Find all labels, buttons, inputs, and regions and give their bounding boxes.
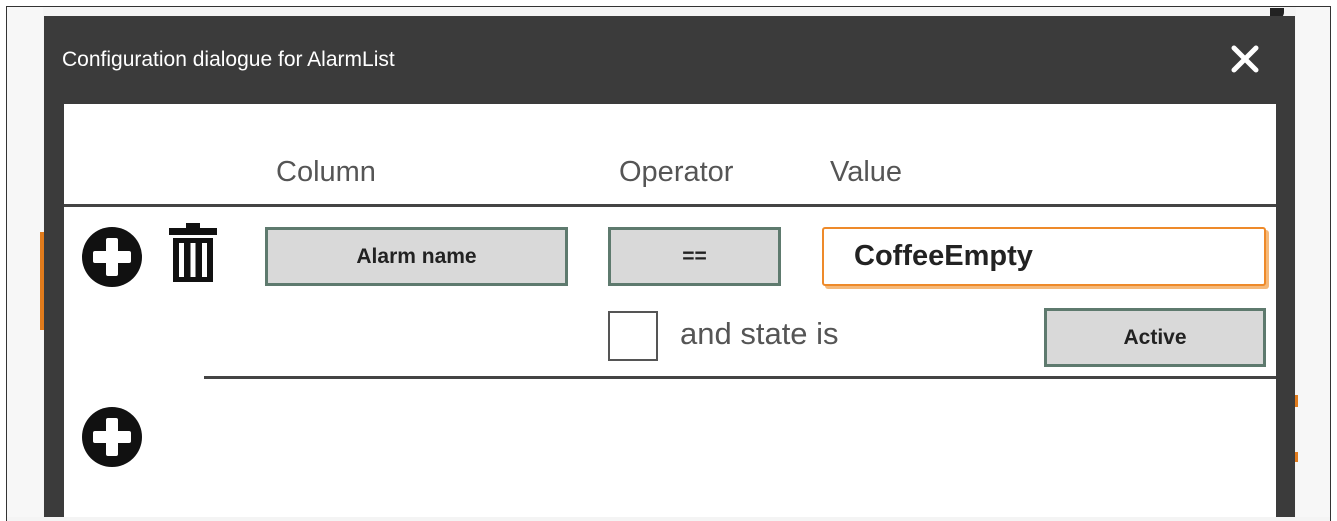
column-header-column: Column (276, 156, 376, 188)
plus-circle-icon (82, 227, 142, 287)
column-select[interactable]: Alarm name (265, 227, 568, 286)
column-header-value: Value (830, 156, 903, 188)
state-checkbox[interactable] (608, 311, 658, 361)
delete-filter-button[interactable] (168, 222, 218, 289)
config-dialog: Configuration dialogue for AlarmList Col… (44, 16, 1295, 517)
operator-select[interactable]: == (608, 227, 781, 286)
background-app-right (1296, 7, 1330, 517)
add-row-button[interactable] (81, 406, 143, 473)
value-input[interactable] (822, 227, 1266, 286)
column-header-operator: Operator (619, 156, 734, 188)
state-select[interactable]: Active (1044, 308, 1266, 367)
plus-circle-icon (82, 407, 142, 467)
state-label: and state is (680, 316, 839, 351)
close-icon (1231, 45, 1259, 73)
row-divider (204, 376, 1276, 379)
close-button[interactable] (1230, 44, 1260, 74)
background-app-left (7, 7, 43, 517)
trash-icon (169, 223, 217, 282)
dialog-content: Column Operator Value Alarm name == Coff… (64, 104, 1276, 517)
dialog-title: Configuration dialogue for AlarmList (62, 48, 395, 71)
add-filter-button[interactable] (81, 226, 143, 293)
header-divider (64, 204, 1276, 207)
